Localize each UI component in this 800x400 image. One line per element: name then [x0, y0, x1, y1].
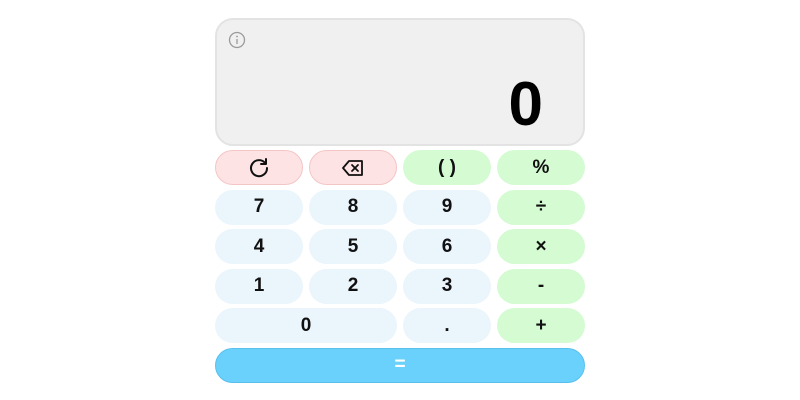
decimal-button[interactable]: .	[403, 308, 491, 343]
refresh-icon	[247, 156, 271, 180]
parentheses-button[interactable]: ( )	[403, 150, 491, 185]
info-icon[interactable]	[227, 30, 247, 50]
multiply-button[interactable]: ×	[497, 229, 585, 264]
digit-8-button[interactable]: 8	[309, 189, 397, 225]
backspace-button[interactable]	[309, 150, 397, 185]
minus-button[interactable]: -	[497, 268, 585, 304]
digit-0-button[interactable]: 0	[215, 308, 397, 343]
digit-4-button[interactable]: 4	[215, 229, 303, 264]
equals-button[interactable]: =	[215, 347, 585, 383]
calculator: 0 ( ) % 7 8 9 ÷ 4 5 6 × 1 2 3 - 0 . + =	[215, 18, 585, 383]
keypad: ( ) % 7 8 9 ÷ 4 5 6 × 1 2 3 - 0 . + =	[215, 150, 585, 383]
digit-2-button[interactable]: 2	[309, 268, 397, 304]
divide-button[interactable]: ÷	[497, 189, 585, 225]
display-panel: 0	[215, 18, 585, 146]
digit-5-button[interactable]: 5	[309, 229, 397, 264]
backspace-icon	[341, 158, 365, 178]
digit-9-button[interactable]: 9	[403, 189, 491, 225]
digit-3-button[interactable]: 3	[403, 268, 491, 304]
reset-button[interactable]	[215, 150, 303, 185]
digit-1-button[interactable]: 1	[215, 268, 303, 304]
digit-6-button[interactable]: 6	[403, 229, 491, 264]
display-value: 0	[508, 70, 543, 139]
digit-7-button[interactable]: 7	[215, 189, 303, 225]
percent-button[interactable]: %	[497, 150, 585, 185]
plus-button[interactable]: +	[497, 308, 585, 343]
